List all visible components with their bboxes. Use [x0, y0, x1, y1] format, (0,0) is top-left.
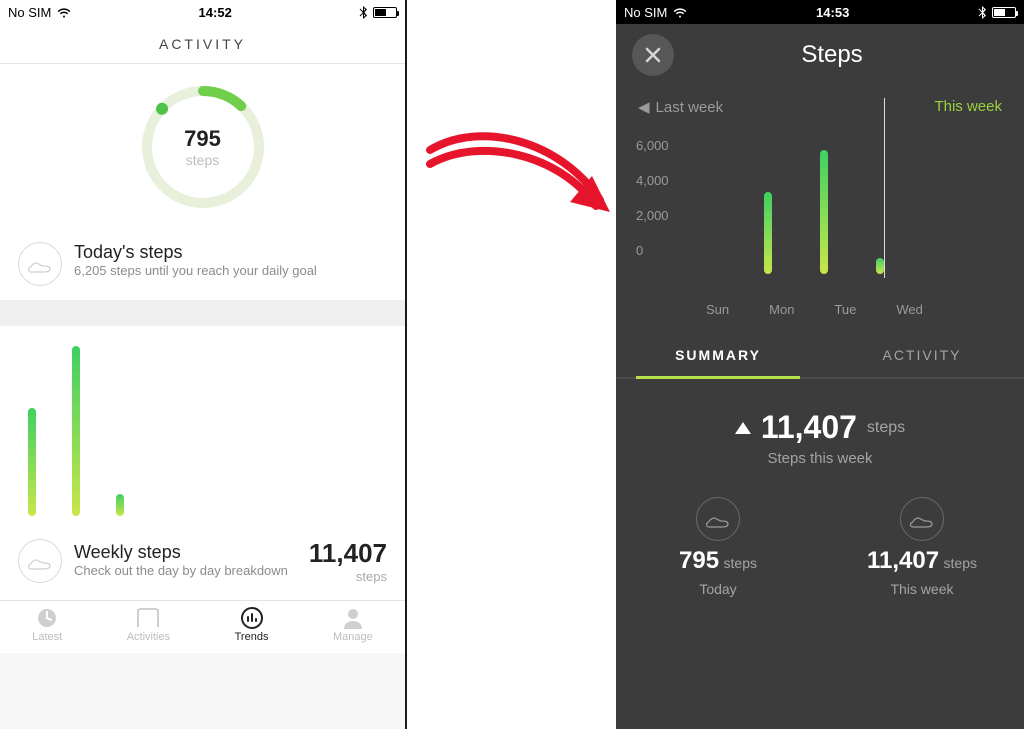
screenshot-gap	[409, 0, 616, 729]
x-label: Mon	[769, 302, 794, 317]
battery-icon	[992, 7, 1016, 18]
today-value: 795	[679, 547, 719, 574]
tab-summary[interactable]: SUMMARY	[616, 333, 820, 377]
mini-bar	[72, 346, 80, 516]
current-week-label: This week	[934, 98, 1002, 116]
summary-value: 11,407	[761, 409, 857, 446]
x-label: Tue	[834, 302, 856, 317]
phone-right: No SIM 14:53 Steps ◀ Last week This week	[616, 0, 1024, 729]
summary-block: 11,407 steps Steps this week	[616, 379, 1024, 485]
trends-icon	[241, 607, 263, 629]
today-label: Today	[699, 581, 736, 597]
weekly-steps-row[interactable]: Weekly steps Check out the day by day br…	[0, 526, 405, 601]
week-label: This week	[890, 581, 953, 597]
shoe-icon	[18, 242, 62, 286]
steps-ring-card[interactable]: 795 steps	[0, 64, 405, 228]
mini-bar	[116, 494, 124, 516]
tab-trends[interactable]: Trends	[235, 607, 269, 643]
today-unit: steps	[724, 555, 757, 571]
trend-up-icon	[735, 422, 751, 434]
y-tick: 0	[636, 233, 688, 268]
chart-bar	[820, 150, 828, 274]
bottom-tab-bar: Latest Activities Trends Manage	[0, 601, 405, 653]
bluetooth-icon	[978, 6, 986, 19]
todays-steps-row[interactable]: Today's steps 6,205 steps until you reac…	[0, 228, 405, 300]
steps-chart[interactable]: 6,000 4,000 2,000 0 Sun Mon Tue Wed	[616, 124, 1024, 333]
carrier-label: No SIM	[8, 5, 51, 20]
clock-icon	[36, 607, 58, 629]
today-stat[interactable]: 795 steps Today	[616, 497, 820, 597]
section-divider	[0, 300, 405, 326]
tab-activities[interactable]: Activities	[127, 607, 170, 643]
week-navigation: ◀ Last week This week	[616, 86, 1024, 124]
y-tick: 4,000	[636, 163, 688, 198]
x-label: Wed	[896, 302, 923, 317]
finish-flag-icon	[135, 607, 161, 629]
status-bar: No SIM 14:52	[0, 0, 405, 24]
phone-left: No SIM 14:52 ACTIVITY 795 steps	[0, 0, 407, 729]
clock-label: 14:52	[199, 5, 232, 20]
wifi-icon	[57, 7, 71, 18]
bluetooth-icon	[359, 6, 367, 19]
mini-bar	[28, 408, 36, 516]
week-unit: steps	[944, 555, 977, 571]
weekly-mini-chart[interactable]	[0, 326, 405, 526]
progress-ring: 795 steps	[138, 82, 268, 212]
shoe-icon	[18, 539, 62, 583]
detail-title: Steps	[656, 41, 1008, 69]
prev-week-button[interactable]: ◀ Last week	[638, 98, 723, 116]
y-tick: 6,000	[636, 128, 688, 163]
battery-icon	[373, 7, 397, 18]
chart-bar	[764, 192, 772, 274]
tab-activity[interactable]: ACTIVITY	[820, 333, 1024, 377]
today-title: Today's steps	[74, 242, 317, 263]
chart-bar	[876, 258, 884, 274]
week-value: 11,407	[867, 547, 939, 574]
summary-unit: steps	[867, 419, 905, 437]
y-tick: 2,000	[636, 198, 688, 233]
weekly-sub: Check out the day by day breakdown	[74, 563, 297, 580]
detail-header: Steps	[616, 24, 1024, 86]
stats-row: 795 steps Today 11,407 steps This week	[616, 485, 1024, 617]
week-stat[interactable]: 11,407 steps This week	[820, 497, 1024, 597]
wifi-icon	[673, 7, 687, 18]
status-bar: No SIM 14:53	[616, 0, 1024, 24]
weekly-value: 11,407	[309, 538, 387, 569]
tab-manage[interactable]: Manage	[333, 607, 373, 643]
user-icon	[342, 607, 364, 629]
summary-caption: Steps this week	[616, 450, 1024, 467]
ring-label: steps	[186, 152, 219, 168]
today-sub: 6,205 steps until you reach your daily g…	[74, 263, 317, 280]
tab-latest[interactable]: Latest	[32, 607, 62, 643]
weekly-title: Weekly steps	[74, 542, 297, 563]
page-title: ACTIVITY	[0, 24, 405, 64]
weekly-unit: steps	[309, 569, 387, 584]
shoe-icon	[900, 497, 944, 541]
shoe-icon	[696, 497, 740, 541]
x-label: Sun	[706, 302, 729, 317]
carrier-label: No SIM	[624, 5, 667, 20]
segment-tabs: SUMMARY ACTIVITY	[616, 333, 1024, 379]
clock-label: 14:53	[816, 5, 849, 20]
chevron-left-icon: ◀	[638, 98, 650, 116]
ring-value: 795	[184, 126, 221, 152]
